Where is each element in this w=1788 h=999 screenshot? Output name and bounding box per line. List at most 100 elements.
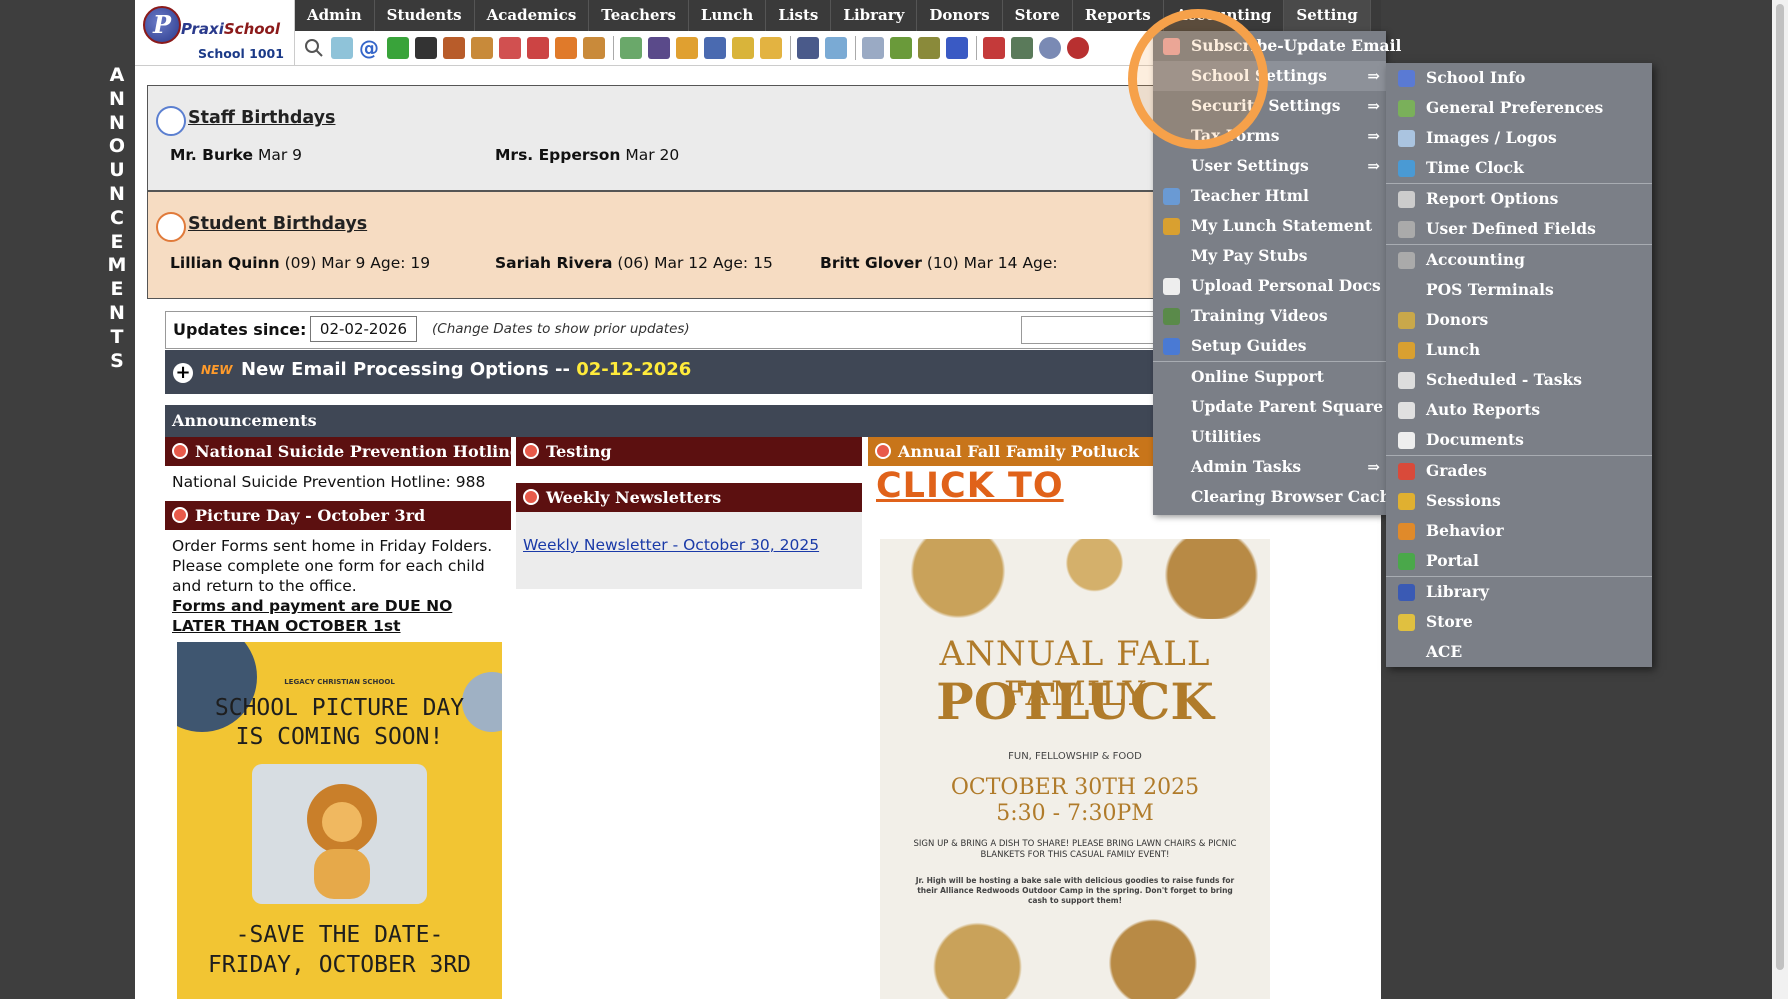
menu-item-pos-terminals[interactable]: POS Terminals <box>1386 275 1652 305</box>
announcement-title[interactable]: Picture Day - October 3rd <box>165 501 511 530</box>
nav-lunch[interactable]: Lunch <box>689 0 767 31</box>
menu-item-label: Lunch <box>1426 340 1481 359</box>
lunch-icon[interactable] <box>676 37 698 59</box>
ticket-icon[interactable] <box>620 37 642 59</box>
pin-icon <box>172 507 188 523</box>
ap-icon[interactable] <box>946 37 968 59</box>
menu-item-ace[interactable]: ACE <box>1386 637 1652 667</box>
menu-item-accounting[interactable]: Accounting <box>1386 245 1652 275</box>
menu-item-upload-personal-docs[interactable]: Upload Personal Docs <box>1153 271 1386 301</box>
news-banner[interactable]: + NEW New Email Processing Options -- 02… <box>165 350 1295 394</box>
teacher-icon[interactable] <box>555 37 577 59</box>
pdf-icon[interactable] <box>983 37 1005 59</box>
guide-icon <box>1163 338 1180 355</box>
menu-item-library[interactable]: Library <box>1386 577 1652 607</box>
staff-icon[interactable] <box>797 37 819 59</box>
menu-item-donors[interactable]: Donors <box>1386 305 1652 335</box>
calendar-icon[interactable] <box>331 37 353 59</box>
transfer-icon[interactable] <box>760 37 782 59</box>
updates-since-label: Updates since: <box>173 320 307 339</box>
menu-item-portal[interactable]: Portal <box>1386 546 1652 576</box>
menu-item-label: Auto Reports <box>1426 400 1541 419</box>
phone-icon[interactable] <box>415 37 437 59</box>
menu-item-teacher-html[interactable]: Teacher Html <box>1153 181 1386 211</box>
list-icon[interactable] <box>471 37 493 59</box>
tasks-icon <box>1398 372 1415 389</box>
menu-item-auto-reports[interactable]: Auto Reports <box>1386 395 1652 425</box>
praxi-school-logo[interactable]: PraxiSchool School 1001 <box>135 0 295 66</box>
menu-item-label: User Defined Fields <box>1426 219 1596 238</box>
pin-icon <box>523 489 539 505</box>
power-icon[interactable] <box>1067 37 1089 59</box>
menu-item-update-parent-square[interactable]: Update Parent Square <box>1153 392 1386 422</box>
nav-library[interactable]: Library <box>831 0 918 31</box>
newsletter-link[interactable]: Weekly Newsletter - October 30, 2025 <box>523 536 819 554</box>
nav-store[interactable]: Store <box>1003 0 1073 31</box>
menu-item-training-videos[interactable]: Training Videos <box>1153 301 1386 331</box>
clock-icon[interactable] <box>825 37 847 59</box>
menu-item-user-settings[interactable]: User Settings ⇒ <box>1153 151 1386 181</box>
speaker-icon[interactable] <box>443 37 465 59</box>
star-icon <box>1398 523 1415 540</box>
announcement-title[interactable]: National Suicide Prevention Hotline <box>165 437 511 466</box>
nav-academics[interactable]: Academics <box>475 0 590 31</box>
menu-item-utilities[interactable]: Utilities <box>1153 422 1386 452</box>
grid-icon[interactable] <box>862 37 884 59</box>
menu-item-store[interactable]: Store <box>1386 607 1652 637</box>
nav-admin[interactable]: Admin <box>295 0 375 31</box>
menu-item-behavior[interactable]: Behavior <box>1386 516 1652 546</box>
menu-item-clearing-browser-cache[interactable]: Clearing Browser Cache <box>1153 482 1401 512</box>
menu-item-images-logos[interactable]: Images / Logos <box>1386 123 1652 153</box>
vertical-letter: M <box>107 254 127 277</box>
menu-item-documents[interactable]: Documents <box>1386 425 1652 455</box>
menu-item-user-defined-fields[interactable]: User Defined Fields <box>1386 214 1652 244</box>
announcement-title[interactable]: Testing <box>516 437 862 466</box>
menu-item-my-pay-stubs[interactable]: My Pay Stubs <box>1153 241 1386 271</box>
chat-icon[interactable] <box>387 37 409 59</box>
nav-students[interactable]: Students <box>375 0 475 31</box>
click-highlight-ring <box>1128 9 1268 149</box>
bell-icon[interactable] <box>732 37 754 59</box>
scan-icon[interactable] <box>1011 37 1033 59</box>
expand-icon[interactable]: + <box>173 363 193 383</box>
search-icon[interactable] <box>303 37 325 59</box>
nav-setting[interactable]: Setting <box>1284 0 1371 31</box>
menu-item-my-lunch-statement[interactable]: My Lunch Statement <box>1153 211 1386 241</box>
megaphone-icon[interactable] <box>527 37 549 59</box>
menu-item-grades[interactable]: Grades <box>1386 456 1652 486</box>
student-birthdays-title[interactable]: Student Birthdays <box>188 214 367 234</box>
menu-item-time-clock[interactable]: Time Clock <box>1386 153 1652 183</box>
help-icon[interactable] <box>1039 37 1061 59</box>
toolbar-separator <box>613 36 614 60</box>
menu-item-school-info[interactable]: School Info <box>1386 63 1652 93</box>
schedule-icon[interactable] <box>499 37 521 59</box>
menu-item-admin-tasks[interactable]: Admin Tasks ⇒ <box>1153 452 1386 482</box>
printer-icon[interactable] <box>918 37 940 59</box>
menu-item-setup-guides[interactable]: Setup Guides <box>1153 331 1386 361</box>
people-icon[interactable] <box>648 37 670 59</box>
menu-item-scheduled-tasks[interactable]: Scheduled - Tasks <box>1386 365 1652 395</box>
user-icon[interactable] <box>583 37 605 59</box>
staff-birthday-item: Mrs. Epperson Mar 20 <box>495 146 680 164</box>
menu-item-label: Grades <box>1426 461 1487 480</box>
book-icon[interactable] <box>704 37 726 59</box>
nav-donors[interactable]: Donors <box>917 0 1003 31</box>
menu-item-label: Training Videos <box>1191 306 1328 325</box>
menu-item-report-options[interactable]: Report Options <box>1386 184 1652 214</box>
nav-lists[interactable]: Lists <box>766 0 832 31</box>
at-icon[interactable]: @ <box>359 37 381 59</box>
menu-item-general-preferences[interactable]: General Preferences <box>1386 93 1652 123</box>
vertical-letter: N <box>109 111 125 134</box>
nav-ts[interactable]: TS <box>1371 0 1381 31</box>
staff-birthdays-title[interactable]: Staff Birthdays <box>188 108 335 128</box>
announcement-title[interactable]: Weekly Newsletters <box>516 483 862 512</box>
menu-item-sessions[interactable]: Sessions <box>1386 486 1652 516</box>
prefs-icon <box>1398 100 1415 117</box>
menu-item-online-support[interactable]: Online Support <box>1153 362 1386 392</box>
page-scrollbar[interactable] <box>1772 0 1788 999</box>
nav-teachers[interactable]: Teachers <box>589 0 689 31</box>
updates-date-input[interactable]: 02-02-2026 <box>310 316 417 342</box>
menu-item-lunch[interactable]: Lunch <box>1386 335 1652 365</box>
scrollbar-thumb[interactable] <box>1776 4 1784 970</box>
card-icon[interactable] <box>890 37 912 59</box>
